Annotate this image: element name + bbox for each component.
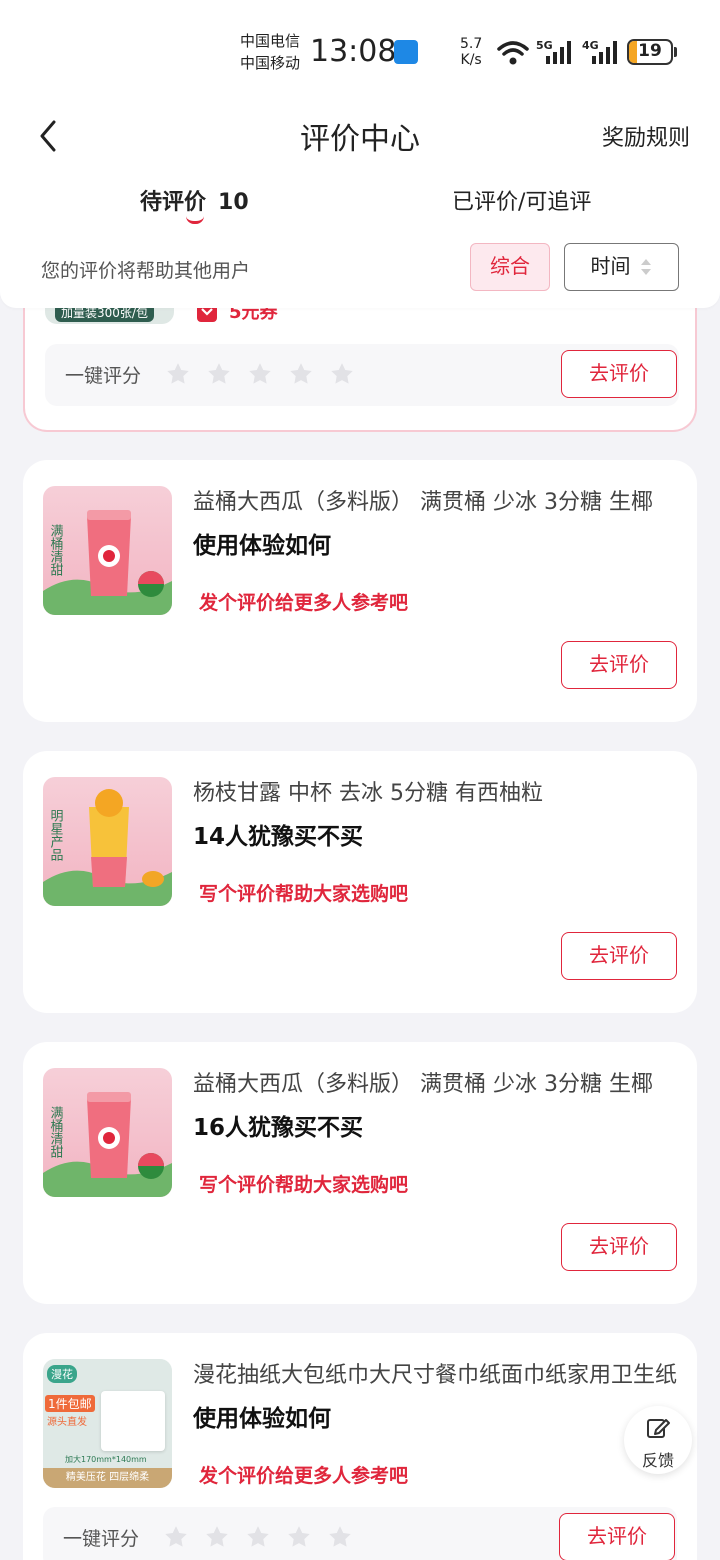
product-thumbnail-mango: 明星产品 xyxy=(43,777,172,906)
carrier-2: 中国移动 xyxy=(240,54,301,72)
product-thumbnail-tissue: 漫花 1件包邮 源头直发 加大170mm*140mm 精美压花 四层绵柔 xyxy=(43,1359,172,1488)
speed-value: 5.7 xyxy=(460,36,483,52)
product-thumbnail-watermelon: 满桶清甜 xyxy=(43,1068,172,1197)
clock: 13:08 xyxy=(310,34,397,69)
thumb-banner: 1件包邮 xyxy=(45,1395,95,1412)
net-5g-label: 5G xyxy=(536,39,553,52)
write-review-button[interactable]: 去评价 xyxy=(559,1513,675,1560)
review-prompt: 使用体验如何 xyxy=(193,1406,331,1432)
review-card: 满桶清甜 益桶大西瓜（多料版） 满贯桶 少冰 3分糖 生椰 使用体验如何 发个评… xyxy=(23,460,697,722)
review-card: 满桶清甜 益桶大西瓜（多料版） 满贯桶 少冰 3分糖 生椰 16人犹豫买不买 写… xyxy=(23,1042,697,1304)
tab-pending-count: 10 xyxy=(218,190,249,215)
speed-unit: K/s xyxy=(460,52,482,68)
review-card: 明星产品 杨枝甘露 中杯 去冰 5分糖 有西柚粒 14人犹豫买不买 写个评价帮助… xyxy=(23,751,697,1013)
thumb-caption: 满桶清甜 xyxy=(48,524,64,576)
battery-icon: 19 xyxy=(627,39,677,65)
reward-rules-link[interactable]: 奖励规则 xyxy=(602,120,690,152)
star-icon[interactable] xyxy=(286,1524,312,1550)
star-icon[interactable] xyxy=(288,361,314,387)
product-thumbnail-watermelon: 满桶清甜 xyxy=(43,486,172,615)
review-incentive: 写个评价帮助大家选购吧 xyxy=(199,883,409,905)
sort-arrows-icon xyxy=(641,259,651,275)
thumb-brand: 漫花 xyxy=(47,1365,77,1383)
quick-rating-row: 一键评分 去评价 xyxy=(43,1507,677,1560)
review-prompt: 14人犹豫买不买 xyxy=(193,824,364,850)
feedback-label: 反馈 xyxy=(641,1451,674,1470)
quick-rating-row: 一键评分 去评价 xyxy=(45,344,679,406)
star-icon[interactable] xyxy=(163,1524,189,1550)
carrier-info: 中国电信 中国移动 xyxy=(240,30,300,74)
net-4g-label: 4G xyxy=(582,39,599,52)
thumb-footer: 精美压花 四层绵柔 xyxy=(43,1468,172,1488)
wifi-icon xyxy=(497,41,529,65)
status-bar: 中国电信 中国移动 13:08 5.7 K/s 5G 4G 19 xyxy=(0,0,720,100)
product-title: 杨枝甘露 中杯 去冰 5分糖 有西柚粒 xyxy=(193,781,543,806)
star-icon[interactable] xyxy=(329,361,355,387)
review-incentive: 写个评价帮助大家选购吧 xyxy=(199,1174,409,1196)
quick-rating-label: 一键评分 xyxy=(63,1528,140,1550)
signal-4g-icon: 4G xyxy=(582,39,617,64)
product-title: 益桶大西瓜（多料版） 满贯桶 少冰 3分糖 生椰 xyxy=(193,1072,653,1097)
edit-icon xyxy=(647,1419,670,1438)
thumb-sub: 源头直发 xyxy=(47,1417,87,1428)
sort-time-button[interactable]: 时间 xyxy=(564,243,679,291)
quick-rating-label: 一键评分 xyxy=(65,365,142,387)
tab-reviewed[interactable]: 已评价/可追评 xyxy=(452,184,591,216)
write-review-button[interactable]: 去评价 xyxy=(561,641,677,689)
signal-5g-icon: 5G xyxy=(536,39,571,64)
star-icon[interactable] xyxy=(206,361,232,387)
star-icon[interactable] xyxy=(327,1524,353,1550)
product-title: 益桶大西瓜（多料版） 满贯桶 少冰 3分糖 生椰 xyxy=(193,490,653,515)
page-header: 评价中心 奖励规则 待评价 10 已评价/可追评 您的评价将帮助其他用户 综合 时… xyxy=(0,100,720,308)
thumb-caption: 明星产品 xyxy=(48,809,64,861)
feedback-button[interactable]: 反馈 xyxy=(624,1406,692,1474)
tab-pending-review[interactable]: 待评价 10 xyxy=(140,184,249,216)
sort-time-label: 时间 xyxy=(590,254,631,278)
review-card: 漫花 1件包邮 源头直发 加大170mm*140mm 精美压花 四层绵柔 漫花抽… xyxy=(23,1333,697,1560)
write-review-button[interactable]: 去评价 xyxy=(561,1223,677,1271)
review-hint: 您的评价将帮助其他用户 xyxy=(41,260,251,282)
sort-general-button[interactable]: 综合 xyxy=(470,243,550,291)
product-title: 漫花抽纸大包纸巾大尺寸餐巾纸面巾纸家用卫生纸 xyxy=(193,1363,677,1388)
star-rating[interactable] xyxy=(165,361,365,391)
network-speed: 5.7 K/s xyxy=(460,36,482,68)
review-prompt: 16人犹豫买不买 xyxy=(193,1115,364,1141)
thumb-spec: 加大170mm*140mm xyxy=(65,1455,147,1464)
thumb-caption: 满桶清甜 xyxy=(48,1106,64,1158)
battery-level: 19 xyxy=(638,41,662,61)
review-incentive: 发个评价给更多人参考吧 xyxy=(199,592,409,614)
write-review-button[interactable]: 去评价 xyxy=(561,932,677,980)
active-tab-indicator xyxy=(186,216,204,224)
star-icon[interactable] xyxy=(165,361,191,387)
star-icon[interactable] xyxy=(204,1524,230,1550)
star-icon[interactable] xyxy=(245,1524,271,1550)
notification-app-icon xyxy=(394,40,418,64)
tab-pending-label: 待评价 xyxy=(140,190,207,215)
carrier-1: 中国电信 xyxy=(240,32,301,50)
write-review-button[interactable]: 去评价 xyxy=(561,350,677,398)
review-prompt: 使用体验如何 xyxy=(193,533,331,559)
star-rating[interactable] xyxy=(163,1524,363,1554)
star-icon[interactable] xyxy=(247,361,273,387)
review-incentive: 发个评价给更多人参考吧 xyxy=(199,1465,409,1487)
